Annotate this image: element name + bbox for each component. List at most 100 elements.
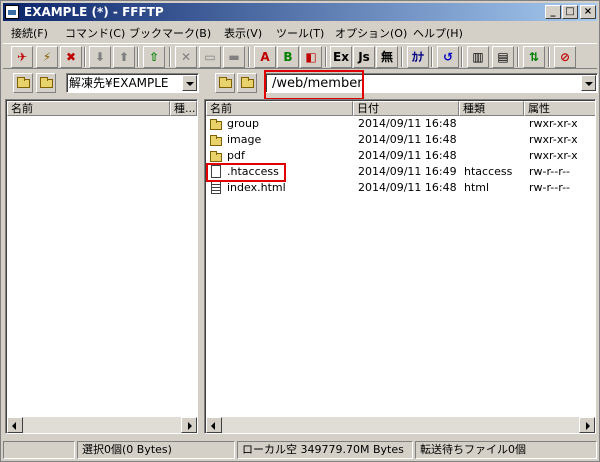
cell-name: index.html [227, 181, 286, 194]
local-path-combo[interactable]: 解凍先¥EXAMPLE [66, 73, 199, 93]
scroll-right-icon[interactable] [181, 417, 197, 433]
upload-icon: ⬆ [118, 50, 130, 64]
cell-date: 2014/09/11 16:48 [358, 149, 457, 162]
scroll-left-icon[interactable] [206, 417, 222, 433]
sync-folders-button[interactable]: ⇅ [523, 46, 545, 68]
download-button[interactable]: ⬇ [89, 46, 111, 68]
local-header-type[interactable]: 種... [170, 101, 197, 116]
toolbar-separator [169, 47, 171, 67]
chevron-down-icon[interactable] [581, 75, 596, 91]
status-local-free: ローカル空 349779.70M Bytes [237, 441, 413, 459]
table-row[interactable]: index.html 2014/09/11 16:48 html rw-r--r-- [207, 180, 577, 196]
new-folder-icon: ▬ [228, 50, 240, 64]
stop-icon: ⊘ [559, 50, 571, 64]
refresh-button[interactable]: ↺ [437, 46, 459, 68]
menu-bar: 接続(F) コマンド(C) ブックマーク(B) 表示(V) ツール(T) オプション(O)… [3, 22, 597, 41]
scroll-right-icon[interactable] [579, 417, 595, 433]
folder-icon [210, 151, 222, 162]
connect-button[interactable]: ✈ [11, 46, 33, 68]
remote-header-attr[interactable]: 属性 [524, 101, 595, 116]
detail-view-button[interactable]: ▤ [492, 46, 514, 68]
table-row[interactable]: pdf 2014/09/11 16:48 rwxr-xr-x [207, 148, 578, 164]
upload-button[interactable]: ⬆ [113, 46, 135, 68]
menu-item-2[interactable]: ブックマーク(B) [129, 25, 211, 41]
menu-item-6[interactable]: ヘルプ(H) [413, 25, 463, 41]
title-bar: EXAMPLE (*) - FFFTP _ □ × [3, 3, 597, 21]
remote-header-name[interactable]: 名前 [206, 101, 353, 116]
cell-date: 2014/09/11 16:49 [358, 165, 457, 178]
list-view-icon: ▥ [472, 50, 484, 64]
mirror-upload-icon: ⇧ [148, 50, 160, 64]
quick-connect-button[interactable]: ⚡ [36, 46, 58, 68]
mirror-upload-button[interactable]: ⇧ [143, 46, 165, 68]
menu-item-1[interactable]: コマンド(C) [65, 25, 125, 41]
toolbar: ✈ ⚡ ✖ ⬇ ⬆ ⇧ ✕ ▭ ▬ A B ◧ Ex Js 無 ｶﾅ ↺ ▥ ▤ ⇅ ⊘ [3, 43, 597, 69]
remote-header-type[interactable]: 種類 [459, 101, 524, 116]
ascii-mode-button[interactable]: A [254, 46, 276, 68]
connect-icon: ✈ [16, 50, 28, 64]
chevron-down-icon[interactable] [182, 75, 197, 91]
local-path-text: 解凍先¥EXAMPLE [69, 76, 169, 90]
remote-hscrollbar[interactable] [206, 417, 595, 433]
rename-icon: ▭ [204, 50, 216, 64]
menu-item-5[interactable]: オプション(O) [335, 25, 407, 41]
local-hscrollbar[interactable] [7, 417, 197, 433]
cell-date: 2014/09/11 16:48 [358, 181, 457, 194]
ext-mode-button[interactable]: Ex [330, 46, 352, 68]
table-row[interactable]: image 2014/09/11 16:48 rwxr-xr-x [207, 132, 578, 148]
remote-up-folder-button[interactable] [215, 73, 235, 93]
delete-button[interactable]: ✕ [175, 46, 197, 68]
folder-open-icon [241, 77, 254, 88]
disconnect-button[interactable]: ✖ [60, 46, 82, 68]
auto-mode-button[interactable]: ◧ [300, 46, 322, 68]
toolbar-separator [137, 47, 139, 67]
status-spacer [3, 441, 75, 459]
jis-mode-button[interactable]: Js [353, 46, 375, 68]
toolbar-separator [325, 47, 327, 67]
toolbar-separator [431, 47, 433, 67]
remote-header-date[interactable]: 日付 [353, 101, 459, 116]
refresh-icon: ↺ [442, 50, 454, 64]
remote-open-folder-button[interactable] [237, 73, 257, 93]
local-file-list[interactable]: 名前 種... [5, 99, 198, 434]
rename-button[interactable]: ▭ [199, 46, 221, 68]
menu-item-4[interactable]: ツール(T) [276, 25, 324, 41]
folder-open-icon [40, 77, 53, 88]
window-title: EXAMPLE (*) - FFFTP [24, 5, 164, 19]
binary-mode-icon: B [283, 50, 293, 64]
cell-name: pdf [227, 149, 245, 162]
cell-type: html [464, 181, 490, 194]
kana-convert-button[interactable]: ｶﾅ [407, 46, 429, 68]
menu-item-3[interactable]: 表示(V) [224, 25, 262, 41]
no-conversion-button[interactable]: 無 [376, 46, 398, 68]
folder-icon [210, 135, 222, 146]
local-open-folder-button[interactable] [36, 73, 56, 93]
minimize-button[interactable]: _ [545, 5, 561, 19]
cell-attr: rwxr-xr-x [529, 149, 578, 162]
local-up-folder-button[interactable] [13, 73, 33, 93]
close-button[interactable]: × [580, 5, 596, 19]
table-row[interactable]: group 2014/09/11 16:48 rwxr-xr-x [207, 116, 578, 132]
local-header-name[interactable]: 名前 [7, 101, 170, 116]
auto-mode-icon: ◧ [305, 50, 317, 64]
folder-up-icon [219, 77, 232, 88]
list-view-button[interactable]: ▥ [467, 46, 489, 68]
ffftp-window: EXAMPLE (*) - FFFTP _ □ × 接続(F) コマンド(C) ブッ… [0, 0, 600, 462]
status-selected: 選択0個(0 Bytes) [77, 441, 235, 459]
delete-icon: ✕ [180, 50, 192, 64]
scroll-left-icon[interactable] [7, 417, 23, 433]
menu-item-0[interactable]: 接続(F) [11, 25, 48, 41]
remote-file-list[interactable]: 名前 日付 種類 属性 group 2014/09/11 16:48 rwxr-xr… [204, 99, 596, 434]
binary-mode-button[interactable]: B [277, 46, 299, 68]
folder-icon [210, 119, 222, 130]
ascii-mode-icon: A [260, 50, 270, 64]
new-folder-button[interactable]: ▬ [223, 46, 245, 68]
stop-button[interactable]: ⊘ [554, 46, 576, 68]
download-icon: ⬇ [94, 50, 106, 64]
cell-attr: rw-r--r-- [529, 181, 571, 194]
sync-folders-icon: ⇅ [528, 50, 540, 64]
file-icon [211, 181, 221, 194]
toolbar-separator [401, 47, 403, 67]
htaccess-highlight [206, 163, 286, 182]
maximize-button[interactable]: □ [562, 5, 578, 19]
